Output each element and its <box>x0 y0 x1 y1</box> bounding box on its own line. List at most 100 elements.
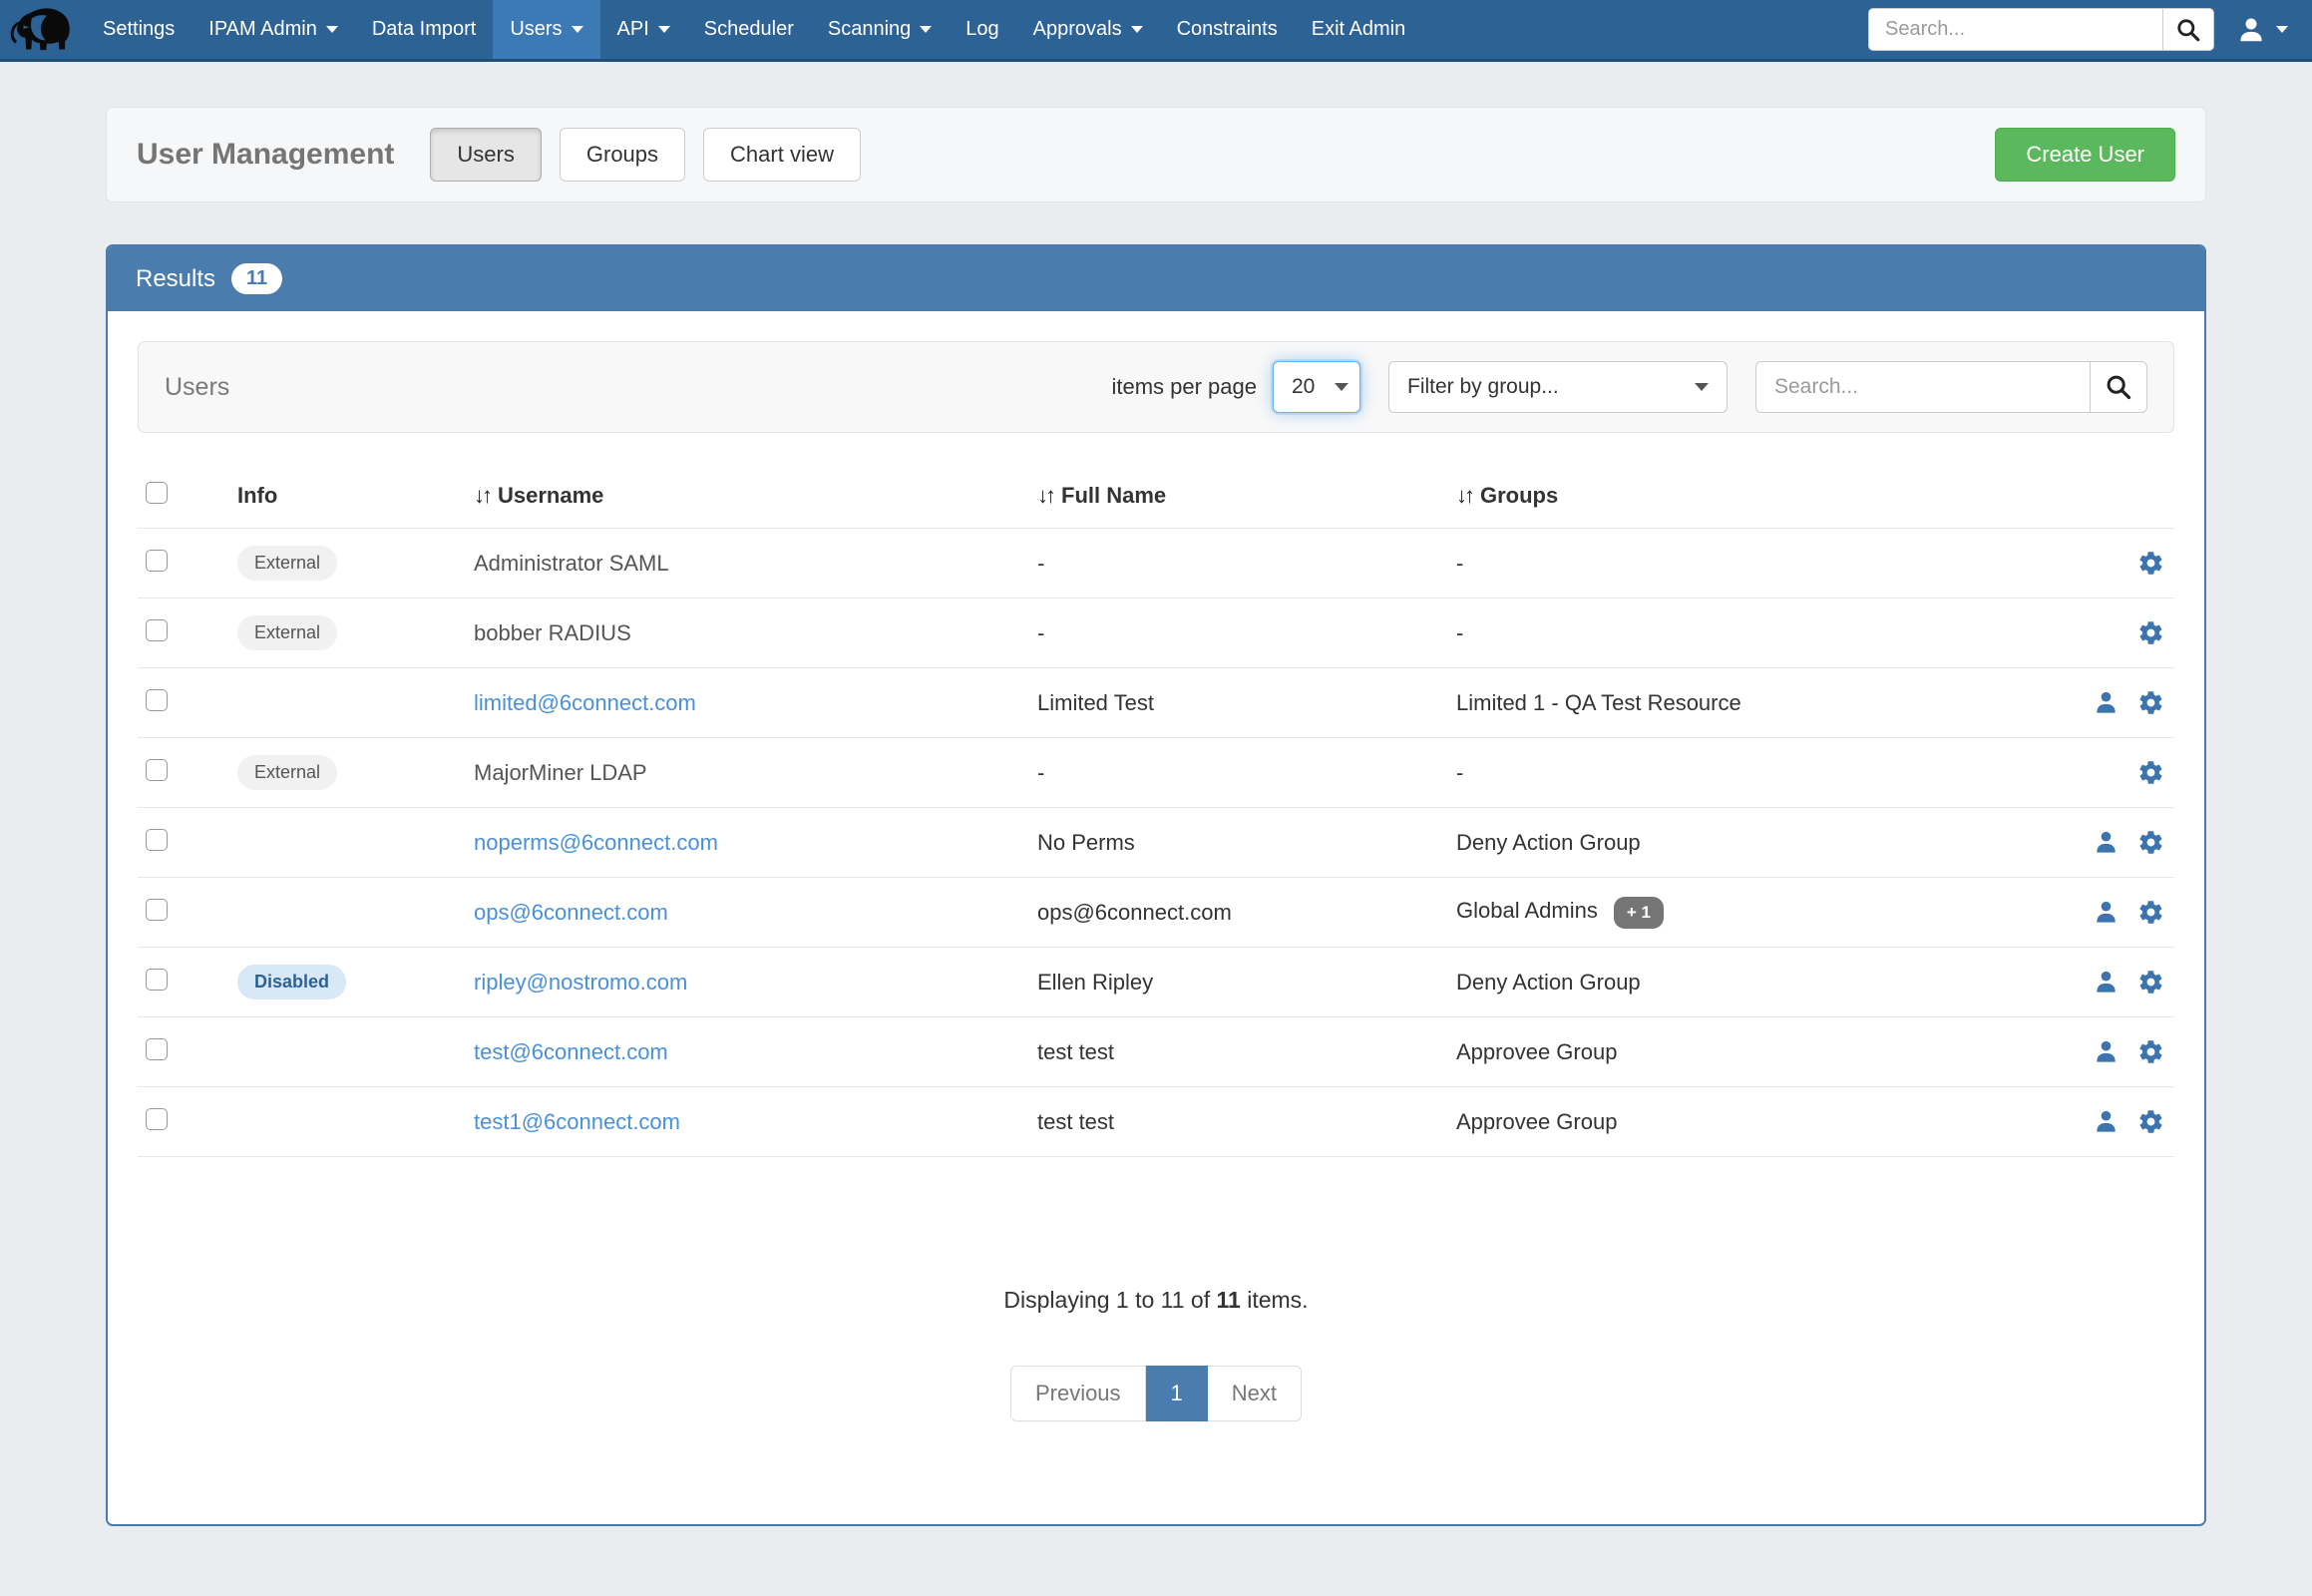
nav-item-users[interactable]: Users <box>493 0 599 59</box>
external-badge: External <box>237 755 337 790</box>
info-cell: Disabled <box>237 965 474 999</box>
user-icon[interactable] <box>2093 829 2119 856</box>
displaying-summary: Displaying 1 to 11 of 11 items. <box>108 1287 2204 1314</box>
navbar-search-button[interactable] <box>2162 8 2214 51</box>
gear-icon[interactable] <box>2137 1108 2164 1135</box>
nav-item-exit-admin[interactable]: Exit Admin <box>1295 0 1422 59</box>
nav-item-scheduler[interactable]: Scheduler <box>687 0 811 59</box>
gear-icon[interactable] <box>2137 1038 2164 1065</box>
row-checkbox[interactable] <box>146 1038 168 1060</box>
groups-cell: Approvee Group <box>1456 1109 2045 1135</box>
top-navbar: SettingsIPAM AdminData ImportUsersAPISch… <box>0 0 2312 62</box>
row-checkbox[interactable] <box>146 899 168 921</box>
nav-item-settings[interactable]: Settings <box>86 0 192 59</box>
results-count-badge: 11 <box>231 263 282 294</box>
previous-page-button[interactable]: Previous <box>1010 1366 1146 1421</box>
column-header-groups[interactable]: ↓↑Groups <box>1456 483 2045 509</box>
actions-cell <box>2045 1108 2174 1135</box>
username-cell: ops@6connect.com <box>474 900 1037 926</box>
nav-item-label: Exit Admin <box>1312 18 1405 41</box>
actions-cell <box>2045 1038 2174 1065</box>
nav-item-label: Scanning <box>828 18 911 41</box>
gear-icon[interactable] <box>2137 969 2164 996</box>
gear-icon[interactable] <box>2137 829 2164 856</box>
sort-icon[interactable]: ↓↑ <box>474 483 490 508</box>
column-header-username[interactable]: ↓↑Username <box>474 483 1037 509</box>
row-checkbox[interactable] <box>146 969 168 991</box>
next-page-button[interactable]: Next <box>1208 1366 1302 1421</box>
username-cell: ripley@nostromo.com <box>474 970 1037 996</box>
gear-icon[interactable] <box>2137 899 2164 926</box>
page-1-button[interactable]: 1 <box>1146 1366 1208 1421</box>
table-row: Disabledripley@nostromo.comEllen RipleyD… <box>138 948 2174 1017</box>
external-badge: External <box>237 615 337 650</box>
users-table: Info ↓↑Username ↓↑Full Name ↓↑Groups Ext… <box>138 463 2174 1157</box>
nav-item-api[interactable]: API <box>600 0 687 59</box>
row-checkbox[interactable] <box>146 759 168 781</box>
nav-item-ipam-admin[interactable]: IPAM Admin <box>192 0 355 59</box>
username-link[interactable]: test1@6connect.com <box>474 1109 680 1134</box>
row-checkbox[interactable] <box>146 829 168 851</box>
nav-items: SettingsIPAM AdminData ImportUsersAPISch… <box>86 0 1422 59</box>
tab-users[interactable]: Users <box>430 128 541 182</box>
actions-cell <box>2045 829 2174 856</box>
full-name-cell: ops@6connect.com <box>1037 900 1456 926</box>
user-icon[interactable] <box>2093 689 2119 716</box>
create-user-button[interactable]: Create User <box>1995 128 2175 182</box>
tab-chart-view[interactable]: Chart view <box>703 128 861 182</box>
user-icon[interactable] <box>2093 1108 2119 1135</box>
more-groups-badge[interactable]: + 1 <box>1614 897 1664 929</box>
navbar-search-input[interactable] <box>1868 8 2162 51</box>
gear-icon[interactable] <box>2137 689 2164 716</box>
results-panel: Results 11 Users items per page 20 Filte… <box>106 244 2206 1526</box>
results-panel-header: Results 11 <box>108 246 2204 311</box>
row-checkbox[interactable] <box>146 1108 168 1130</box>
username-link[interactable]: ops@6connect.com <box>474 900 668 925</box>
full-name-cell: Limited Test <box>1037 690 1456 716</box>
table-search <box>1755 361 2147 413</box>
user-icon[interactable] <box>2093 899 2119 926</box>
items-per-page-value: 20 <box>1292 375 1315 399</box>
table-row: ExternalMajorMiner LDAP-- <box>138 738 2174 808</box>
user-icon[interactable] <box>2093 969 2119 996</box>
select-all-checkbox[interactable] <box>146 482 168 504</box>
filter-by-group-select[interactable]: Filter by group... <box>1388 361 1728 413</box>
table-search-button[interactable] <box>2090 361 2147 413</box>
row-checkbox[interactable] <box>146 619 168 641</box>
gear-icon[interactable] <box>2137 759 2164 786</box>
username-link[interactable]: test@6connect.com <box>474 1039 668 1064</box>
pagination: Previous 1 Next <box>108 1366 2204 1421</box>
gear-icon[interactable] <box>2137 619 2164 646</box>
disabled-badge: Disabled <box>237 965 346 999</box>
nav-item-log[interactable]: Log <box>949 0 1015 59</box>
nav-item-constraints[interactable]: Constraints <box>1160 0 1295 59</box>
actions-cell <box>2045 619 2174 646</box>
search-icon <box>2105 373 2132 401</box>
full-name-cell: Ellen Ripley <box>1037 970 1456 996</box>
items-per-page-select[interactable]: 20 <box>1273 361 1360 413</box>
column-header-full-name[interactable]: ↓↑Full Name <box>1037 483 1456 509</box>
nav-item-scanning[interactable]: Scanning <box>811 0 949 59</box>
select-caret-icon <box>1695 383 1709 391</box>
toolbar-title: Users <box>165 373 229 402</box>
username-link[interactable]: limited@6connect.com <box>474 690 696 715</box>
table-search-input[interactable] <box>1755 361 2090 413</box>
nav-item-data-import[interactable]: Data Import <box>355 0 493 59</box>
tab-groups[interactable]: Groups <box>560 128 685 182</box>
username-link[interactable]: noperms@6connect.com <box>474 830 718 855</box>
gear-icon[interactable] <box>2137 550 2164 577</box>
mammoth-logo[interactable] <box>0 0 86 59</box>
user-menu[interactable] <box>2236 15 2288 45</box>
username-cell: limited@6connect.com <box>474 690 1037 716</box>
row-checkbox[interactable] <box>146 689 168 711</box>
table-body: ExternalAdministrator SAML--Externalbobb… <box>138 529 2174 1157</box>
user-icon[interactable] <box>2093 1038 2119 1065</box>
nav-item-approvals[interactable]: Approvals <box>1016 0 1160 59</box>
sort-icon[interactable]: ↓↑ <box>1037 483 1053 508</box>
row-checkbox[interactable] <box>146 550 168 572</box>
groups-cell: Approvee Group <box>1456 1039 2045 1065</box>
info-cell: External <box>237 546 474 581</box>
sort-icon[interactable]: ↓↑ <box>1456 483 1472 508</box>
group-name: Deny Action Group <box>1456 830 1641 855</box>
username-link[interactable]: ripley@nostromo.com <box>474 970 687 995</box>
